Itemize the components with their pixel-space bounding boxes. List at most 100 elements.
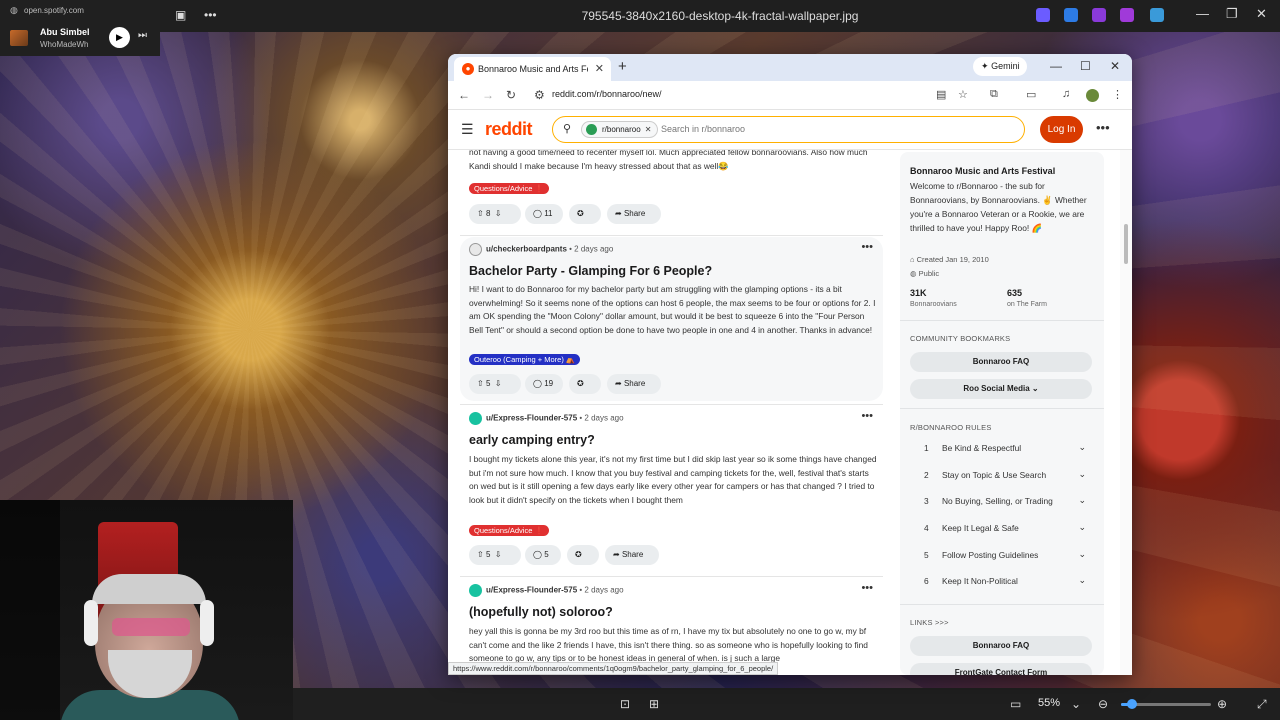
post-author[interactable]: u/Express-Flounder-575 <box>486 586 577 595</box>
minimize-icon[interactable]: — <box>1050 59 1062 73</box>
zoom-slider-thumb[interactable] <box>1126 699 1137 709</box>
link-faq-button[interactable]: Bonnaroo FAQ <box>910 636 1092 656</box>
share-label: Share <box>623 379 646 388</box>
share-button[interactable]: ➦ Share <box>607 374 661 394</box>
site-info-icon[interactable]: ⚙ <box>534 88 545 102</box>
install-app-icon[interactable]: ▤ <box>936 88 946 101</box>
fit-screen-icon[interactable]: ▭ <box>1010 697 1021 711</box>
reload-icon[interactable]: ↻ <box>506 88 516 102</box>
reddit-logo[interactable]: reddit <box>485 119 533 140</box>
post-card[interactable]: u/checkerboardpants • 2 days ago ••• Bac… <box>460 237 883 401</box>
expand-icon[interactable]: ⤢ <box>1257 697 1267 712</box>
post-author[interactable]: u/checkerboardpants <box>486 245 567 254</box>
search-bar[interactable]: ⚲ r/bonnaroo ✕ Search in r/bonnaroo <box>552 116 1025 143</box>
forward-icon[interactable]: → <box>482 88 494 102</box>
extensions-icon[interactable]: ⧉ <box>990 88 998 101</box>
login-button[interactable]: Log In <box>1040 116 1083 143</box>
comments-button[interactable]: ◯ 19 <box>525 374 563 394</box>
user-avatar[interactable] <box>469 243 482 256</box>
close-tab-icon[interactable]: ✕ <box>595 62 604 75</box>
maximize-icon[interactable]: ❐ <box>1226 6 1238 22</box>
comments-button[interactable]: ◯ 5 <box>525 545 561 565</box>
gemini-button[interactable]: ✦ Gemini <box>973 57 1027 76</box>
new-tab-icon[interactable]: + <box>618 58 627 75</box>
bookmark-social-label: Roo Social Media <box>963 384 1030 393</box>
post-title[interactable]: early camping entry? <box>469 433 595 447</box>
post-flair[interactable]: Questions/Advice ❗ <box>469 183 549 194</box>
award-button[interactable]: ✪ <box>569 204 601 224</box>
page-scrollbar[interactable] <box>1120 150 1132 675</box>
bookmarks-heading: COMMUNITY BOOKMARKS <box>910 334 1011 343</box>
rule-item[interactable]: 4 Keep It Legal & Safe ⌄ <box>910 519 1092 539</box>
post-menu-icon[interactable]: ••• <box>861 410 873 422</box>
menu-icon[interactable]: ⋮ <box>1112 88 1123 101</box>
rule-item[interactable]: 2 Stay on Topic & Use Search ⌄ <box>910 466 1092 486</box>
post-title[interactable]: Bachelor Party - Glamping For 6 People? <box>469 264 712 278</box>
tray-app-icon[interactable] <box>1092 8 1106 22</box>
rule-number: 6 <box>924 576 929 586</box>
tab-bonnaroo[interactable]: ● Bonnaroo Music and Arts Festival ✕ <box>454 57 611 81</box>
maximize-icon[interactable]: ☐ <box>1080 59 1091 73</box>
scrollbar-thumb[interactable] <box>1124 224 1128 264</box>
post-card[interactable]: u/Express-Flounder-575 • 2 days ago ••• … <box>460 408 883 574</box>
vote-control[interactable]: ⇧ 5 ⇩ <box>469 545 521 565</box>
subreddit-search-chip[interactable]: r/bonnaroo ✕ <box>581 121 659 138</box>
back-icon[interactable]: ← <box>458 88 470 102</box>
zoom-in-icon[interactable]: ⊕ <box>1217 697 1227 711</box>
zoom-out-icon[interactable]: ⊖ <box>1098 697 1108 711</box>
search-input[interactable]: Search in r/bonnaroo <box>661 124 745 134</box>
zoom-slider[interactable] <box>1121 699 1211 709</box>
cake-icon: ⌂ <box>910 255 915 264</box>
user-avatar[interactable] <box>469 584 482 597</box>
edit-icon[interactable]: ⊞ <box>649 697 659 711</box>
play-button[interactable]: ▶ <box>109 27 130 48</box>
rule-number: 5 <box>924 550 929 560</box>
chevron-down-icon[interactable]: ⌄ <box>1071 697 1081 711</box>
post-card[interactable]: not having a good time/need to recenter … <box>460 150 883 232</box>
bookmark-star-icon[interactable]: ☆ <box>958 88 968 101</box>
close-icon[interactable]: ✕ <box>1110 59 1120 73</box>
rule-item[interactable]: 6 Keep It Non-Political ⌄ <box>910 572 1092 592</box>
minimize-icon[interactable]: — <box>1196 6 1209 21</box>
tray-app-icon[interactable] <box>1036 8 1050 22</box>
close-icon[interactable]: ✕ <box>1256 6 1267 22</box>
sidebar-icon[interactable]: ▭ <box>1026 88 1036 101</box>
award-button[interactable]: ✪ <box>567 545 599 565</box>
rule-item[interactable]: 3 No Buying, Selling, or Trading ⌄ <box>910 492 1092 512</box>
vote-control[interactable]: ⇧ 5 ⇩ <box>469 374 521 394</box>
vote-control[interactable]: ⇧ 8 ⇩ <box>469 204 521 224</box>
share-button[interactable]: ➦ Share <box>605 545 659 565</box>
gemini-label: Gemini <box>991 61 1020 71</box>
crop-icon[interactable]: ⊡ <box>620 697 630 711</box>
bookmark-social-button[interactable]: Roo Social Media ⌄ <box>910 379 1092 399</box>
next-track-icon[interactable]: ⏭ <box>138 30 147 41</box>
post-card[interactable]: u/Express-Flounder-575 • 2 days ago ••• … <box>460 580 883 675</box>
award-button[interactable]: ✪ <box>569 374 601 394</box>
hamburger-menu-icon[interactable]: ☰ <box>461 121 474 138</box>
rule-item[interactable]: 5 Follow Posting Guidelines ⌄ <box>910 546 1092 566</box>
tray-app-icon[interactable] <box>1150 8 1164 22</box>
more-options-icon[interactable]: ••• <box>1096 120 1110 135</box>
tray-app-icon[interactable] <box>1120 8 1134 22</box>
post-menu-icon[interactable]: ••• <box>861 241 873 253</box>
post-flair[interactable]: Questions/Advice ❗ <box>469 525 549 536</box>
comment-count: 5 <box>544 550 549 559</box>
reddit-header: ☰ reddit ⚲ r/bonnaroo ✕ Search in r/bonna… <box>448 110 1132 150</box>
bookmark-faq-button[interactable]: Bonnaroo FAQ <box>910 352 1092 372</box>
comments-button[interactable]: ◯ 11 <box>525 204 563 224</box>
share-button[interactable]: ➦ Share <box>607 204 661 224</box>
user-avatar[interactable] <box>469 412 482 425</box>
clear-chip-icon[interactable]: ✕ <box>645 125 652 134</box>
url-field[interactable]: reddit.com/r/bonnaroo/new/ <box>552 89 662 99</box>
link-frontgate-button[interactable]: FrontGate Contact Form <box>910 663 1092 675</box>
zoom-level[interactable]: 55% <box>1038 697 1060 709</box>
tray-app-icon[interactable] <box>1064 8 1078 22</box>
post-flair[interactable]: Outeroo (Camping + More) ⛺ <box>469 354 581 365</box>
rule-item[interactable]: 1 Be Kind & Respectful ⌄ <box>910 439 1092 459</box>
post-menu-icon[interactable]: ••• <box>861 582 873 594</box>
post-title[interactable]: (hopefully not) soloroo? <box>469 605 613 619</box>
post-author[interactable]: u/Express-Flounder-575 <box>486 414 577 423</box>
media-icon[interactable]: ♫ <box>1062 88 1070 100</box>
profile-avatar[interactable] <box>1086 89 1099 102</box>
member-label: Bonnaroovians <box>910 301 957 308</box>
